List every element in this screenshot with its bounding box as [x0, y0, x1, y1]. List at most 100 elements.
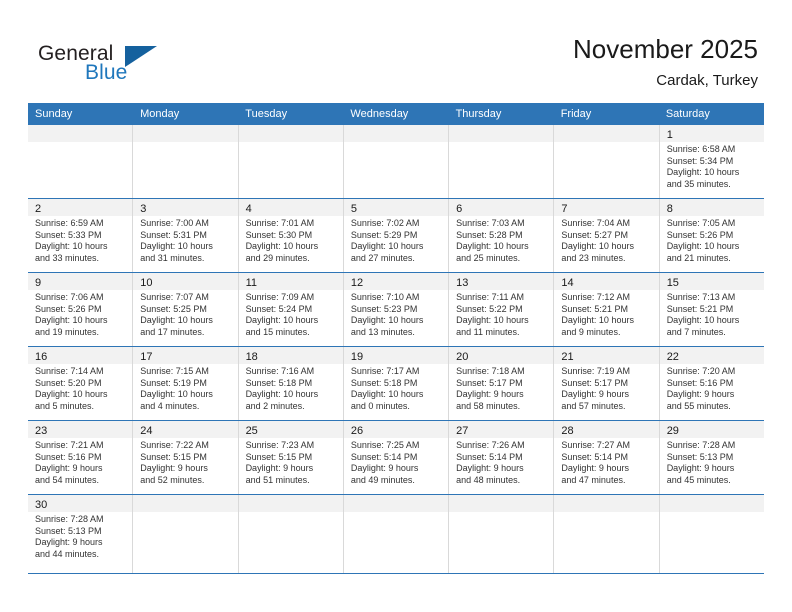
day-cell-25[interactable]: 25 Sunrise: 7:23 AM Sunset: 5:15 PM Dayligh… [237, 421, 343, 494]
day-number-band: 27 [449, 421, 554, 438]
day-cell-17[interactable]: 17 Sunrise: 7:15 AM Sunset: 5:19 PM Dayligh… [132, 347, 238, 420]
sunrise-text: Sunrise: 7:26 AM [456, 440, 525, 450]
daylight-text-line2: and 48 minutes. [456, 474, 521, 485]
day-cell-details [344, 512, 448, 517]
day-number-band: 21 [554, 347, 659, 364]
day-cell-22[interactable]: 22 Sunrise: 7:20 AM Sunset: 5:16 PM Dayligh… [658, 347, 764, 420]
sunset-text: Sunset: 5:29 PM [350, 229, 418, 240]
day-cell-3[interactable]: 3 Sunrise: 7:00 AM Sunset: 5:31 PM Daylight… [132, 199, 238, 272]
day-number-band: 17 [133, 347, 238, 364]
day-cell-8[interactable]: 8 Sunrise: 7:05 AM Sunset: 5:26 PM Daylight… [658, 199, 764, 272]
location-subtitle: Cardak, Turkey [656, 72, 758, 89]
day-cell-29[interactable]: 29 Sunrise: 7:28 AM Sunset: 5:13 PM Dayligh… [658, 421, 764, 494]
sunrise-text: Sunrise: 7:14 AM [35, 366, 104, 376]
day-cell-7[interactable]: 7 Sunrise: 7:04 AM Sunset: 5:27 PM Daylight… [553, 199, 659, 272]
sunrise-text: Sunrise: 7:22 AM [140, 440, 209, 450]
daylight-text-line1: Daylight: 9 hours [350, 463, 419, 474]
day-cell-10[interactable]: 10 Sunrise: 7:07 AM Sunset: 5:25 PM Dayligh… [132, 273, 238, 346]
sunset-text: Sunset: 5:18 PM [350, 377, 418, 388]
day-cell-empty [28, 125, 133, 198]
daylight-text-line1: Daylight: 10 hours [561, 315, 634, 326]
daylight-text-line2: and 35 minutes. [666, 178, 731, 189]
sunset-text: Sunset: 5:14 PM [350, 451, 418, 462]
day-cell-empty [342, 125, 449, 198]
daylight-text-line2: and 33 minutes. [35, 252, 100, 263]
day-cell-14[interactable]: 14 Sunrise: 7:12 AM Sunset: 5:21 PM Dayligh… [553, 273, 659, 346]
sunrise-text: Sunrise: 6:58 AM [666, 144, 736, 154]
sunset-text: Sunset: 5:30 PM [245, 229, 313, 240]
day-cell-23[interactable]: 23 Sunrise: 7:21 AM Sunset: 5:16 PM Dayligh… [28, 421, 133, 494]
day-number: 29 [666, 425, 679, 437]
day-number-band: 4 [238, 199, 343, 216]
daylight-text-line2: and 45 minutes. [666, 474, 731, 485]
day-cell-empty [448, 495, 554, 573]
daylight-text-line2: and 49 minutes. [350, 474, 415, 485]
day-cell-16[interactable]: 16 Sunrise: 7:14 AM Sunset: 5:20 PM Dayligh… [28, 347, 133, 420]
day-number: 24 [140, 425, 153, 437]
day-number-band [554, 125, 659, 142]
sunset-text: Sunset: 5:16 PM [666, 377, 734, 388]
day-number-band: 25 [238, 421, 343, 438]
sunrise-text: Sunrise: 7:07 AM [140, 292, 209, 302]
day-number-band: 22 [659, 347, 764, 364]
day-cell-6[interactable]: 6 Sunrise: 7:03 AM Sunset: 5:28 PM Daylight… [448, 199, 554, 272]
day-cell-details: Sunrise: 7:20 AM Sunset: 5:16 PM Daylight:… [660, 364, 764, 415]
daylight-text-line2: and 4 minutes. [140, 400, 200, 411]
day-cell-9[interactable]: 9 Sunrise: 7:06 AM Sunset: 5:26 PM Daylight… [28, 273, 133, 346]
sunset-text: Sunset: 5:13 PM [35, 525, 102, 536]
day-cell-18[interactable]: 18 Sunrise: 7:16 AM Sunset: 5:18 PM Dayligh… [237, 347, 343, 420]
day-cell-details: Sunrise: 7:13 AM Sunset: 5:21 PM Daylight:… [660, 290, 764, 341]
day-cell-28[interactable]: 28 Sunrise: 7:27 AM Sunset: 5:14 PM Dayligh… [553, 421, 659, 494]
calendar-week-row: 9 Sunrise: 7:06 AM Sunset: 5:26 PM Daylight… [28, 273, 764, 347]
weekday-header-wednesday: Wednesday [350, 108, 409, 120]
day-number: 23 [35, 425, 48, 437]
day-cell-details [344, 142, 448, 147]
day-cell-12[interactable]: 12 Sunrise: 7:10 AM Sunset: 5:23 PM Dayligh… [342, 273, 449, 346]
day-number-band: 19 [343, 347, 449, 364]
daylight-text-line1: Daylight: 9 hours [666, 389, 735, 400]
sunrise-text: Sunrise: 7:01 AM [245, 218, 315, 228]
daylight-text-line2: and 47 minutes. [561, 474, 626, 485]
sunrise-text: Sunrise: 7:17 AM [350, 366, 420, 376]
day-cell-13[interactable]: 13 Sunrise: 7:11 AM Sunset: 5:22 PM Dayligh… [448, 273, 554, 346]
sunrise-text: Sunrise: 7:03 AM [456, 218, 525, 228]
day-number-band [133, 495, 238, 512]
day-number-band: 23 [28, 421, 133, 438]
daylight-text-line1: Daylight: 9 hours [561, 463, 629, 474]
day-cell-2[interactable]: 2 Sunrise: 6:59 AM Sunset: 5:33 PM Daylight… [28, 199, 133, 272]
day-cell-details: Sunrise: 7:02 AM Sunset: 5:29 PM Daylight:… [344, 216, 448, 267]
day-number-band: 26 [343, 421, 449, 438]
general-blue-logo[interactable]: General Blue [38, 42, 188, 90]
day-number: 28 [561, 425, 574, 437]
day-cell-11[interactable]: 11 Sunrise: 7:09 AM Sunset: 5:24 PM Dayligh… [237, 273, 343, 346]
day-cell-empty [237, 125, 343, 198]
daylight-text-line2: and 21 minutes. [666, 252, 731, 263]
daylight-text-line2: and 57 minutes. [561, 400, 626, 411]
day-number-band: 8 [659, 199, 764, 216]
day-number-band: 20 [449, 347, 554, 364]
day-cell-empty [553, 495, 659, 573]
day-cell-20[interactable]: 20 Sunrise: 7:18 AM Sunset: 5:17 PM Dayligh… [448, 347, 554, 420]
day-cell-30[interactable]: 30 Sunrise: 7:28 AM Sunset: 5:13 PM Dayligh… [28, 495, 133, 573]
day-cell-21[interactable]: 21 Sunrise: 7:19 AM Sunset: 5:17 PM Dayligh… [553, 347, 659, 420]
day-cell-26[interactable]: 26 Sunrise: 7:25 AM Sunset: 5:14 PM Dayligh… [342, 421, 449, 494]
day-cell-1[interactable]: 1 Sunrise: 6:58 AM Sunset: 5:34 PM Daylight… [658, 125, 764, 198]
day-number: 6 [456, 203, 463, 215]
day-cell-5[interactable]: 5 Sunrise: 7:02 AM Sunset: 5:29 PM Daylight… [342, 199, 449, 272]
day-cell-24[interactable]: 24 Sunrise: 7:22 AM Sunset: 5:15 PM Dayligh… [132, 421, 238, 494]
day-cell-4[interactable]: 4 Sunrise: 7:01 AM Sunset: 5:30 PM Daylight… [237, 199, 343, 272]
sunset-text: Sunset: 5:15 PM [245, 451, 313, 462]
day-cell-15[interactable]: 15 Sunrise: 7:13 AM Sunset: 5:21 PM Dayligh… [658, 273, 764, 346]
daylight-text-line2: and 11 minutes. [456, 326, 520, 337]
day-number-band: 24 [133, 421, 238, 438]
sunrise-text: Sunrise: 7:05 AM [666, 218, 736, 228]
day-cell-27[interactable]: 27 Sunrise: 7:26 AM Sunset: 5:14 PM Dayligh… [448, 421, 554, 494]
daylight-text-line2: and 7 minutes. [666, 326, 726, 337]
day-cell-19[interactable]: 19 Sunrise: 7:17 AM Sunset: 5:18 PM Dayligh… [342, 347, 449, 420]
day-number-band [133, 125, 238, 142]
daylight-text-line2: and 55 minutes. [666, 400, 731, 411]
sunrise-text: Sunrise: 7:06 AM [35, 292, 104, 302]
daylight-text-line1: Daylight: 10 hours [35, 315, 108, 326]
sunset-text: Sunset: 5:14 PM [456, 451, 523, 462]
calendar-week-row: 16 Sunrise: 7:14 AM Sunset: 5:20 PM Dayligh… [28, 347, 764, 421]
